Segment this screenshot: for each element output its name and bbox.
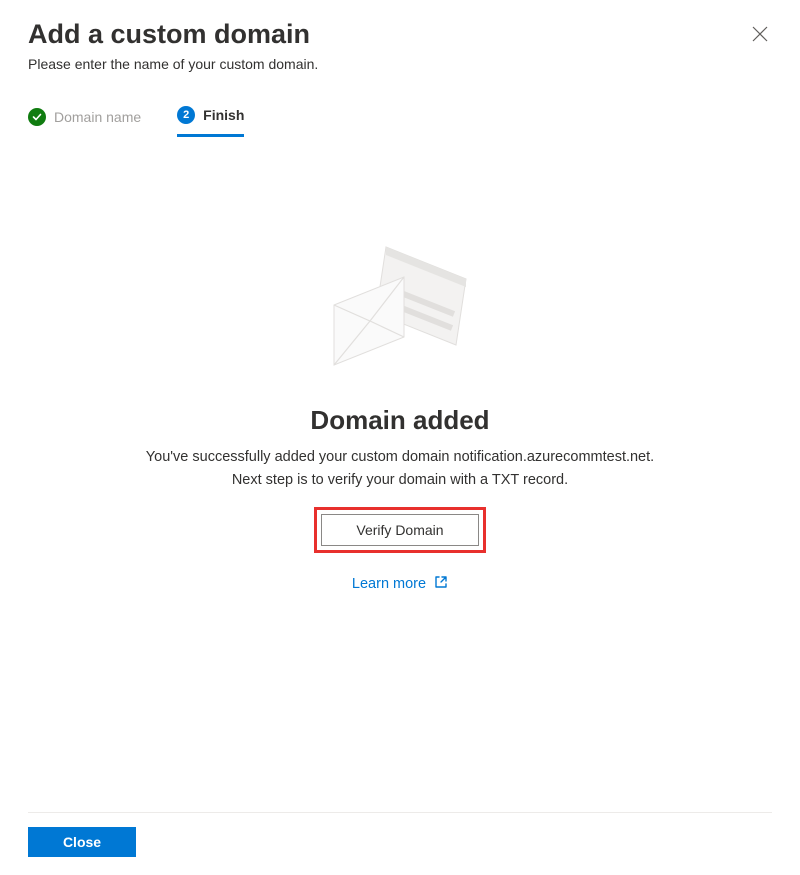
success-title: Domain added — [310, 405, 489, 436]
step-label: Finish — [203, 107, 244, 123]
mail-domain-illustration — [320, 237, 480, 377]
verify-domain-button[interactable]: Verify Domain — [321, 514, 479, 546]
verify-highlight-box: Verify Domain — [314, 507, 486, 553]
step-tabs: Domain name 2 Finish — [28, 106, 772, 137]
panel-footer: Close — [28, 812, 772, 875]
check-icon — [28, 108, 46, 126]
learn-more-link[interactable]: Learn more — [352, 575, 448, 593]
step-finish[interactable]: 2 Finish — [177, 106, 244, 137]
close-icon-button[interactable] — [748, 22, 772, 49]
step-number-badge: 2 — [177, 106, 195, 124]
success-message: You've successfully added your custom do… — [146, 446, 654, 491]
panel-subtitle: Please enter the name of your custom dom… — [28, 56, 318, 72]
step-label: Domain name — [54, 109, 141, 125]
panel-title: Add a custom domain — [28, 18, 318, 50]
learn-more-label: Learn more — [352, 576, 426, 592]
close-button[interactable]: Close — [28, 827, 136, 857]
external-link-icon — [434, 575, 448, 593]
step-domain-name[interactable]: Domain name — [28, 106, 141, 137]
close-icon — [752, 30, 768, 45]
